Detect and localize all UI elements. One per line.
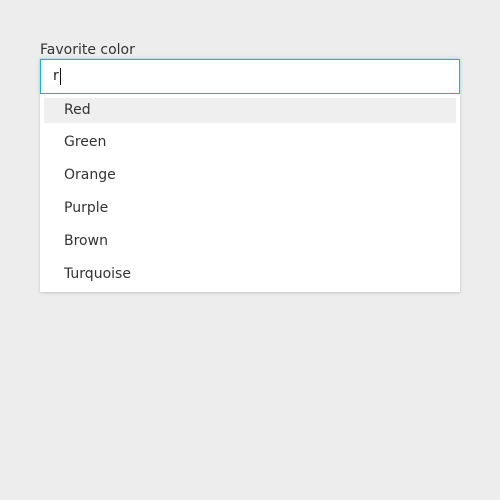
favorite-color-label: Favorite color [40,42,135,58]
option-purple[interactable]: Purple [44,193,456,226]
option-brown[interactable]: Brown [44,226,456,259]
option-green[interactable]: Green [44,127,456,160]
input-value: r [53,68,59,84]
option-turquoise[interactable]: Turquoise [44,259,456,292]
color-suggestions-listbox: Red Green Orange Purple Brown Turquoise [40,94,460,292]
option-red[interactable]: Red [44,98,456,123]
option-orange[interactable]: Orange [44,160,456,193]
text-caret [59,68,61,85]
favorite-color-combobox-input[interactable]: r [40,59,460,94]
